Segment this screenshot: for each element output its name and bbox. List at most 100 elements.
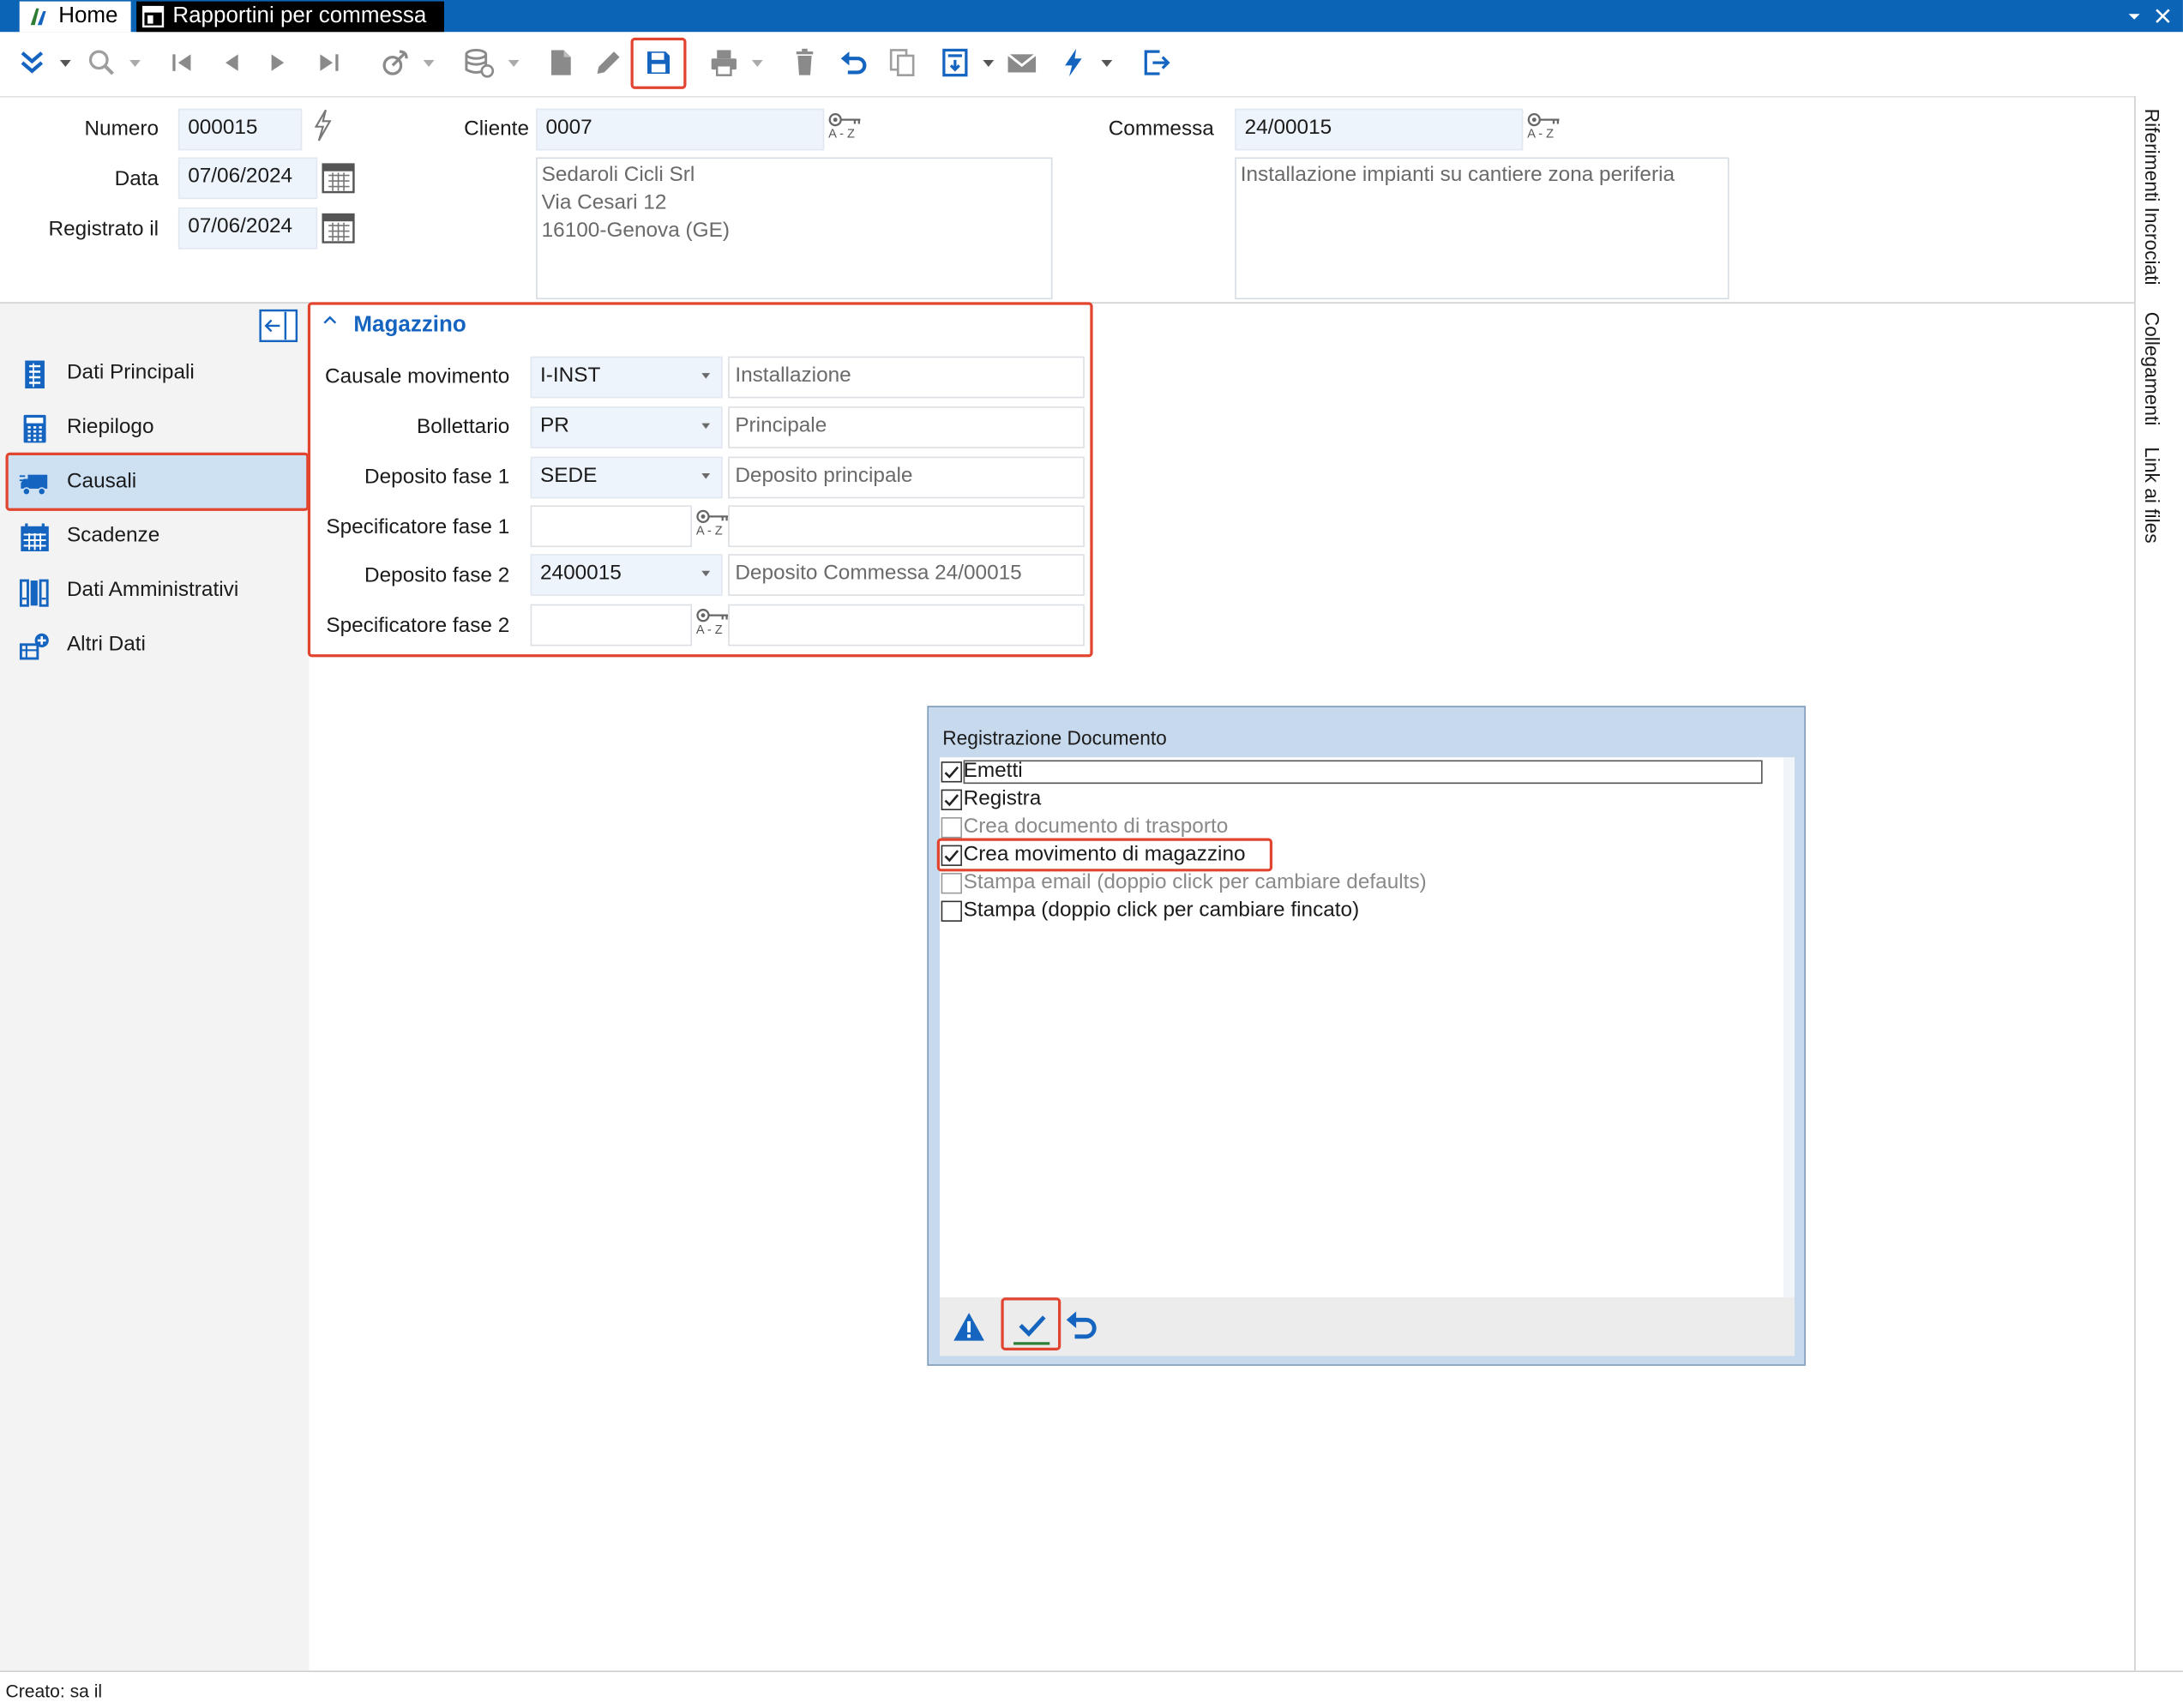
chevron-down-icon[interactable] <box>508 59 520 69</box>
chevron-down-icon[interactable] <box>423 59 435 69</box>
cliente-address-box: Sedaroli Cicli Srl Via Cesari 12 16100-G… <box>536 157 1053 300</box>
nav-item-scadenze[interactable]: Scadenze <box>7 509 308 562</box>
tab-home[interactable]: Home <box>19 1 131 33</box>
generate-number-icon[interactable] <box>312 109 334 142</box>
chevron-down-icon <box>701 473 711 479</box>
delete-button[interactable] <box>785 43 824 81</box>
undo-button[interactable] <box>834 43 873 81</box>
cancel-button[interactable] <box>1062 1306 1101 1348</box>
tab-link-ai-files[interactable]: Link ai files <box>2141 447 2163 543</box>
numero-field[interactable]: 000015 <box>177 108 303 151</box>
specificatore-fase-1-field[interactable] <box>530 505 692 548</box>
warning-button[interactable] <box>948 1306 990 1348</box>
satellite-button[interactable] <box>376 43 414 81</box>
chevron-down-icon[interactable] <box>751 59 763 69</box>
causale-movimento-label: Causale movimento <box>325 364 510 389</box>
specificatore-fase-2-lookup-button[interactable]: A - Z <box>695 605 731 639</box>
collapse-panel-icon[interactable] <box>259 309 298 343</box>
window-menu-icon[interactable] <box>2127 9 2141 23</box>
key-az-icon <box>1527 113 1560 127</box>
edit-button[interactable] <box>589 43 628 81</box>
tab-rapportini[interactable]: Rapportini per commessa <box>136 1 444 33</box>
stampa-checkbox[interactable] <box>941 900 962 922</box>
document-list-icon <box>25 360 45 389</box>
nav-item-altri-dati[interactable]: Altri Dati <box>7 618 308 671</box>
chevron-down-icon <box>701 423 711 430</box>
stampa-email-checkbox[interactable] <box>941 873 962 894</box>
chevron-down-icon <box>701 570 711 577</box>
commessa-label: Commessa <box>1108 117 1214 141</box>
nav-item-dati-principali[interactable]: Dati Principali <box>7 346 308 400</box>
tab-riferimenti-incrociati[interactable]: Riferimenti Incrociati <box>2141 109 2163 286</box>
stampa-email-label: Stampa email (doppio click per cambiare … <box>963 869 1427 894</box>
previous-record-button[interactable] <box>212 43 250 81</box>
cliente-field[interactable]: 0007 <box>536 108 825 151</box>
database-icon <box>465 48 495 78</box>
mail-button[interactable] <box>1002 43 1041 81</box>
bollettario-dropdown[interactable]: PR <box>530 406 723 448</box>
chevron-down-icon[interactable] <box>1101 59 1113 69</box>
az-label: A - Z <box>828 126 855 141</box>
first-record-button[interactable] <box>163 43 201 81</box>
calendar-picker-icon[interactable] <box>320 209 356 245</box>
check-icon <box>944 794 959 807</box>
chevron-down-icon[interactable] <box>983 59 995 69</box>
undo-icon <box>840 51 867 75</box>
crea-ddt-label: Crea documento di trasporto <box>963 814 1229 839</box>
next-record-button[interactable] <box>259 43 298 81</box>
left-navigation: Dati Principali Riepilogo Causali Scaden… <box>0 302 310 1673</box>
expand-button[interactable] <box>13 43 51 81</box>
window-icon <box>142 5 165 28</box>
crea-ddt-checkbox[interactable] <box>941 817 962 839</box>
lightning-button[interactable] <box>1054 43 1092 81</box>
specificatore-fase-1-label: Specificatore fase 1 <box>326 514 510 539</box>
options-list: Emetti Registra Crea documento di traspo… <box>936 757 1795 1298</box>
cliente-lookup-button[interactable]: A - Z <box>827 110 863 143</box>
emetti-checkbox[interactable] <box>941 761 962 783</box>
scrollbar[interactable] <box>1783 757 1795 1298</box>
deposito-fase-2-dropdown[interactable]: 2400015 <box>530 554 723 596</box>
crea-movimento-highlight <box>936 838 1273 872</box>
cliente-name: Sedaroli Cicli Srl <box>541 162 695 187</box>
deposito-fase-2-value: 2400015 <box>539 561 622 585</box>
calendar-picker-icon[interactable] <box>320 159 356 195</box>
data-field[interactable]: 07/06/2024 <box>177 157 318 200</box>
import-icon <box>942 48 968 77</box>
specificatore-fase-1-lookup-button[interactable]: A - Z <box>695 507 731 540</box>
commessa-description-box: Installazione impianti su cantiere zona … <box>1235 157 1729 300</box>
commessa-field[interactable]: 24/00015 <box>1235 108 1524 151</box>
registrato-field[interactable]: 07/06/2024 <box>177 207 318 250</box>
exit-button[interactable] <box>1136 43 1175 81</box>
status-text: Creato: sa il <box>5 1680 103 1702</box>
nav-item-riepilogo[interactable]: Riepilogo <box>7 401 308 454</box>
tab-home-label: Home <box>58 3 118 28</box>
registrato-label: Registrato il <box>48 217 159 241</box>
last-record-button[interactable] <box>309 43 347 81</box>
causale-movimento-dropdown[interactable]: I-INST <box>530 356 723 399</box>
save-highlight <box>630 37 687 89</box>
next-record-icon <box>271 54 285 71</box>
commessa-lookup-button[interactable]: A - Z <box>1526 110 1562 143</box>
emetti-label: Emetti <box>963 758 1023 783</box>
nav-item-dati-amministrativi[interactable]: Dati Amministrativi <box>7 564 308 617</box>
close-icon[interactable] <box>2155 9 2170 24</box>
chevron-down-icon[interactable] <box>129 59 141 69</box>
warning-icon <box>953 1313 984 1341</box>
delete-icon <box>796 48 814 75</box>
print-button[interactable] <box>705 43 743 81</box>
specificatore-fase-2-field[interactable] <box>530 604 692 647</box>
key-az-icon <box>696 509 729 524</box>
search-button[interactable] <box>82 43 121 81</box>
tab-collegamenti[interactable]: Collegamenti <box>2141 312 2163 426</box>
chevron-down-icon[interactable] <box>59 59 71 69</box>
registra-checkbox[interactable] <box>941 789 962 810</box>
import-button[interactable] <box>935 43 974 81</box>
calculator-icon <box>23 414 46 443</box>
database-button[interactable] <box>460 43 498 81</box>
status-bar: Creato: sa il <box>0 1670 2183 1708</box>
duplicate-button[interactable] <box>882 43 921 81</box>
chevron-up-icon[interactable] <box>323 315 337 326</box>
key-az-icon <box>828 113 861 127</box>
new-document-button[interactable] <box>542 43 580 81</box>
deposito-fase-1-dropdown[interactable]: SEDE <box>530 456 723 499</box>
